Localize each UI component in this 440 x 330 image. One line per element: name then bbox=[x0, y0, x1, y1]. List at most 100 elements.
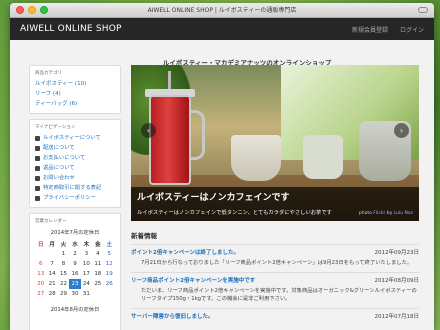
navigation-panel-title: マイナビゲーション bbox=[35, 125, 76, 130]
calendar-weekday: 金 bbox=[95, 242, 101, 248]
calendar-day[interactable]: 9 bbox=[69, 259, 80, 269]
calendar-day[interactable]: 25 bbox=[92, 279, 103, 289]
slider-title: ルイボスティーはノンカフェインです bbox=[137, 193, 290, 203]
calendar-day[interactable]: 7 bbox=[46, 259, 57, 269]
calendar-weekday: 月 bbox=[49, 242, 55, 248]
calendar-day[interactable]: 30 bbox=[69, 289, 80, 299]
calendar-week: 20 21 22 23 24 25 26 bbox=[35, 279, 115, 289]
calendar-day[interactable]: 4 bbox=[92, 249, 103, 259]
site-brand[interactable]: AIWELL ONLINE SHOP bbox=[20, 24, 340, 34]
calendar-day[interactable]: 24 bbox=[81, 279, 92, 289]
calendar-day[interactable]: 19 bbox=[104, 269, 115, 279]
calendar-week: 6 7 8 9 10 11 12 bbox=[35, 259, 115, 269]
calendar-day[interactable]: 5 bbox=[104, 249, 115, 259]
category-link-teabag[interactable]: ティーバッグ (6) bbox=[35, 99, 115, 109]
category-panel-title: 商品カテゴリ bbox=[35, 71, 62, 76]
slider-next-button[interactable]: › bbox=[394, 123, 409, 138]
navigation-panel: マイナビゲーション ルイボスティーについて 配送について お支払いについて 返品… bbox=[29, 119, 121, 208]
card-icon bbox=[35, 155, 40, 161]
calendar-day[interactable]: 15 bbox=[58, 269, 69, 279]
news-date: 2012年07月18日 bbox=[374, 314, 420, 320]
calendar-day[interactable]: 27 bbox=[35, 289, 46, 299]
nav-link-privacy[interactable]: プライバシーポリシー bbox=[35, 193, 115, 203]
calendar-day[interactable]: 29 bbox=[58, 289, 69, 299]
calendar-day[interactable]: 10 bbox=[81, 259, 92, 269]
calendar-weekday: 木 bbox=[83, 242, 90, 248]
nav-link-legal-notice[interactable]: 特定商取引に関する表記 bbox=[35, 183, 115, 193]
calendar-day[interactable]: 3 bbox=[81, 249, 92, 259]
news-item: ポイント2倍キャンペーンは終了しました。 2012年09月23日 7月21日から… bbox=[131, 244, 419, 267]
calendar-day[interactable]: 26 bbox=[104, 279, 115, 289]
nav-link-about-rooibos[interactable]: ルイボスティーについて bbox=[35, 133, 115, 143]
calendar-weekday: 土 bbox=[106, 242, 113, 248]
news-heading: 新着情報 bbox=[131, 232, 157, 240]
calendar-week: 12345 bbox=[35, 249, 115, 259]
category-link-leaf[interactable]: リーフ (4) bbox=[35, 89, 115, 99]
window-title: AIWELL ONLINE SHOP | ルイボスティーの通販専門店 bbox=[147, 7, 297, 14]
calendar-day[interactable]: 31 bbox=[81, 289, 92, 299]
french-press-image bbox=[149, 95, 191, 185]
maximize-window-button[interactable] bbox=[40, 6, 48, 14]
news-item: リーフ商品ポイント2倍キャンペーンを実施中です 2012年08月09日 ただいま… bbox=[131, 272, 419, 303]
mail-icon bbox=[35, 175, 40, 181]
category-panel: 商品カテゴリ ルイボスティー (10) リーフ (4) ティーバッグ (6) bbox=[29, 65, 121, 114]
slider-caption: ルイボスティーはノンカフェインです ルイボスティーはノンカフェインで低タンニン、… bbox=[131, 187, 419, 221]
fullscreen-button[interactable] bbox=[418, 7, 428, 13]
news-body: 7月21日から行なっておりました「リーフ商品ポイント2倍キャンペーン」は9月23… bbox=[141, 260, 413, 266]
hero-slider[interactable]: ‹ › ルイボスティーはノンカフェインです ルイボスティーはノンカフェインで低タ… bbox=[131, 65, 419, 221]
leaf-icon bbox=[35, 135, 40, 141]
calendar-next-caption: 2014年8月の定休日 bbox=[50, 307, 100, 313]
calendar-day[interactable]: 17 bbox=[81, 269, 92, 279]
news-title-link[interactable]: ポイント2倍キャンペーンは終了しました。 bbox=[131, 248, 239, 256]
calendar-day[interactable]: 18 bbox=[92, 269, 103, 279]
sidebar: 商品カテゴリ ルイボスティー (10) リーフ (4) ティーバッグ (6) マ… bbox=[29, 65, 121, 330]
calendar-weekday: 火 bbox=[60, 242, 67, 248]
calendar-day[interactable]: 6 bbox=[35, 259, 46, 269]
calendar-day bbox=[92, 289, 103, 299]
news-title-link[interactable]: リーフ商品ポイント2倍キャンペーンを実施中です bbox=[131, 276, 255, 284]
minimize-window-button[interactable] bbox=[28, 6, 36, 14]
slider-prev-button[interactable]: ‹ bbox=[141, 123, 156, 138]
calendar-day[interactable]: 13 bbox=[35, 269, 46, 279]
calendar-day[interactable]: 1 bbox=[58, 249, 69, 259]
calendar-day[interactable]: 16 bbox=[69, 269, 80, 279]
calendar-day[interactable]: 14 bbox=[46, 269, 57, 279]
nav-link-payment[interactable]: お支払いについて bbox=[35, 153, 115, 163]
calendar-day[interactable]: 21 bbox=[46, 279, 57, 289]
close-window-button[interactable] bbox=[16, 6, 24, 14]
site-header: AIWELL ONLINE SHOP 新規会員登録 ログイン bbox=[10, 18, 434, 40]
calendar-week: 27 28 29 30 31 bbox=[35, 289, 115, 299]
calendar-day[interactable]: 8 bbox=[58, 259, 69, 269]
calendar-day[interactable]: 2 bbox=[69, 249, 80, 259]
news-title-link[interactable]: サーバー障害から復旧しました。 bbox=[131, 312, 213, 320]
lock-icon bbox=[35, 195, 40, 201]
register-link[interactable]: 新規会員登録 bbox=[352, 25, 388, 34]
calendar-table: 日月火水木金土 1 2 3 4 5 6 7 8 9 10 11 12 13 14 15 16 17 18 19 20 2… bbox=[35, 239, 115, 299]
calendar-panel: 営業カレンダー 2014年7月の定休日 日月火水木金土 1 2 3 4 5 6 7 8 9 10 1… bbox=[29, 213, 121, 330]
calendar-day[interactable]: 22 bbox=[58, 279, 69, 289]
category-link-rooibos[interactable]: ルイボスティー (10) bbox=[35, 79, 115, 89]
news-date: 2012年08月09日 bbox=[374, 278, 420, 284]
calendar-week: 13 14 15 16 17 18 19 bbox=[35, 269, 115, 279]
nav-link-contact[interactable]: お問い合わせ bbox=[35, 173, 115, 183]
photo-credit: photo Flickr by Lulu Nas bbox=[358, 211, 413, 216]
calendar-weekday: 水 bbox=[72, 242, 78, 248]
login-link[interactable]: ログイン bbox=[400, 25, 424, 34]
tea-cup-image bbox=[231, 135, 281, 181]
calendar-day[interactable]: 28 bbox=[46, 289, 57, 299]
calendar-panel-title: 営業カレンダー bbox=[35, 219, 67, 224]
main-content: ‹ › ルイボスティーはノンカフェインです ルイボスティーはノンカフェインで低タ… bbox=[131, 65, 419, 325]
calendar-day[interactable]: 11 bbox=[92, 259, 103, 269]
calendar-weekday: 日 bbox=[37, 242, 44, 248]
photo-source-link[interactable]: Flickr bbox=[373, 211, 385, 216]
calendar-day bbox=[35, 249, 46, 259]
calendar-day bbox=[104, 289, 115, 299]
nav-link-shipping[interactable]: 配送について bbox=[35, 143, 115, 153]
news-item: サーバー障害から復旧しました。 2012年07月18日 bbox=[131, 308, 419, 320]
calendar-day[interactable]: 20 bbox=[35, 279, 46, 289]
calendar-day[interactable]: 12 bbox=[104, 259, 115, 269]
calendar-day[interactable]: 23 bbox=[69, 279, 81, 289]
news-date: 2012年09月23日 bbox=[374, 250, 420, 256]
nav-link-returns[interactable]: 返品について bbox=[35, 163, 115, 173]
photo-author-link[interactable]: Lulu Nas bbox=[394, 211, 413, 216]
